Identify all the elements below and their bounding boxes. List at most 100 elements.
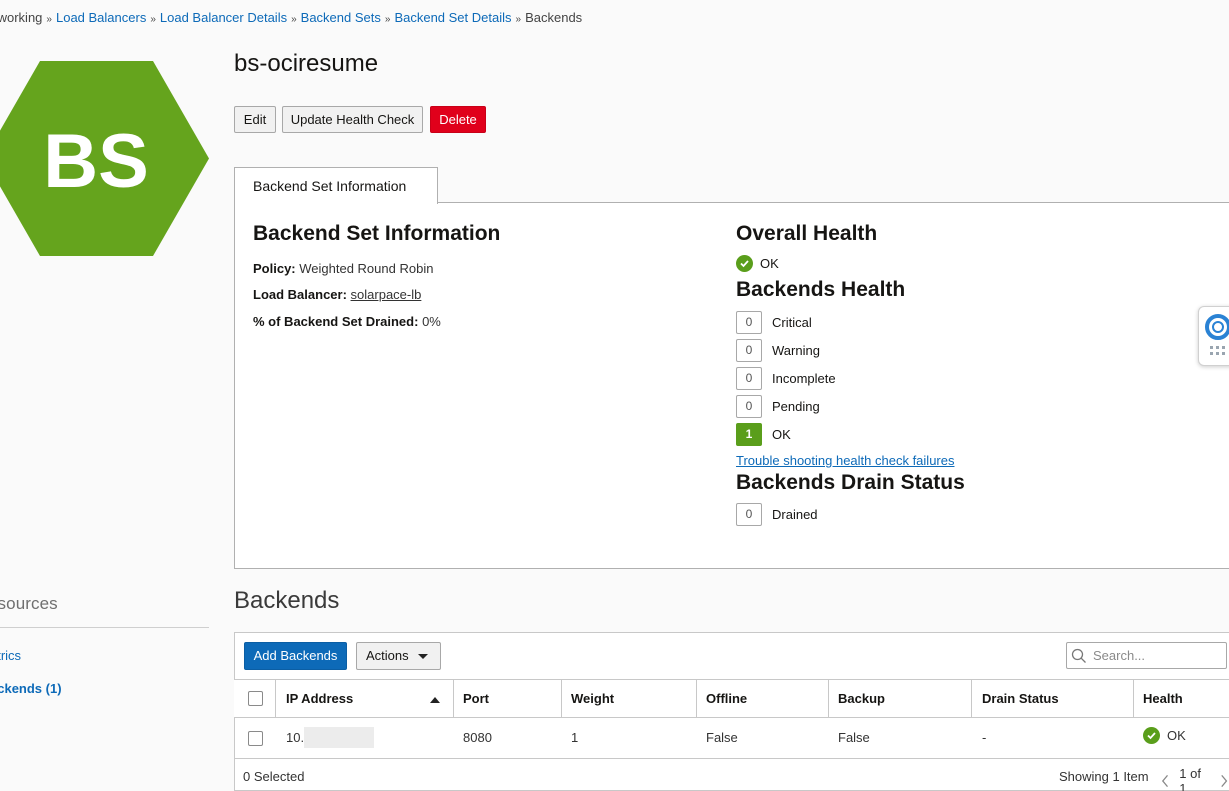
load-balancer-label: Load Balancer: [253,287,347,302]
update-health-check-button[interactable]: Update Health Check [282,106,423,133]
pagination: 1 of 1 [1160,766,1229,791]
edit-button[interactable]: Edit [234,106,276,133]
row-checkbox[interactable] [248,731,263,746]
cell-health: OK [1143,727,1186,744]
tab-backend-set-information[interactable]: Backend Set Information [234,167,438,204]
breadcrumb-separator: » [291,14,297,25]
breadcrumb-separator: » [46,14,52,25]
health-label: Critical [772,315,812,330]
row-divider [234,758,1229,759]
breadcrumb-item-load-balancers[interactable]: Load Balancers [56,10,146,25]
column-divider [275,680,276,717]
cell-offline: False [706,730,738,745]
breadcrumb: tworking » Load Balancers » Load Balancer De… [0,10,582,25]
caret-down-icon [418,654,428,659]
column-header-offline[interactable]: Offline [706,691,747,706]
health-count: 0 [736,367,762,390]
info-panel [234,202,1229,569]
resources-divider [0,627,209,628]
add-backends-button[interactable]: Add Backends [244,642,347,670]
health-status-label: OK [1167,728,1186,743]
breadcrumb-separator: » [515,14,522,25]
drain-count: 0 [736,503,762,526]
chevron-left-icon[interactable] [1160,773,1171,789]
search-input[interactable] [1066,642,1227,669]
backends-section-title: Backends [234,587,340,614]
backends-health-heading: Backends Health [736,278,906,301]
nav-item-metrics[interactable]: etrics [0,648,21,663]
resource-initials: BS [43,119,149,204]
drain-item-drained[interactable]: 0 Drained [736,503,818,526]
health-item-incomplete[interactable]: 0 Incomplete [736,367,836,390]
drained-label: % of Backend Set Drained: [253,314,419,329]
breadcrumb-separator: » [150,14,156,25]
health-label: OK [772,427,791,442]
info-heading: Backend Set Information [253,222,501,245]
cell-weight: 1 [571,730,579,745]
page-title: bs-ociresume [234,50,379,77]
column-divider [561,680,562,717]
troubleshooting-link[interactable]: Trouble shooting health check failures [736,453,954,468]
column-divider [453,680,454,717]
breadcrumb-current: Backends [525,10,583,25]
search-icon [1071,648,1086,663]
check-circle-icon [736,255,753,272]
column-header-health[interactable]: Health [1143,691,1183,706]
delete-button[interactable]: Delete [430,106,486,133]
sort-ascending-icon[interactable] [430,697,440,703]
cell-ip-address: 10. [286,730,305,745]
breadcrumb-item-networking[interactable]: tworking [0,10,42,25]
drain-status-heading: Backends Drain Status [736,471,965,494]
cell-port: 8080 [463,730,492,745]
health-item-warning[interactable]: 0 Warning [736,339,820,362]
overall-health-status: OK [736,255,779,272]
column-divider [828,680,829,717]
lifebuoy-icon [1205,314,1229,355]
health-count: 0 [736,395,762,418]
load-balancer-field: Load Balancer: solarpace-lb [253,287,421,302]
health-count: 0 [736,311,762,334]
actions-dropdown[interactable]: Actions [356,642,441,670]
column-header-weight[interactable]: Weight [571,691,614,706]
health-label: Incomplete [772,371,836,386]
breadcrumb-item-backend-set-details[interactable]: Backend Set Details [394,10,511,25]
resource-hexagon-icon: BS [0,61,209,256]
policy-field: Policy: Weighted Round Robin [253,261,433,276]
chevron-right-icon[interactable] [1218,773,1229,789]
health-item-ok[interactable]: 1 OK [736,423,791,446]
nav-item-backends[interactable]: ackends (1) [0,681,62,696]
check-circle-icon [1143,727,1160,744]
column-header-drain-status[interactable]: Drain Status [982,691,1059,706]
column-divider [696,680,697,717]
policy-label: Policy: [253,261,296,276]
drained-field: % of Backend Set Drained: 0% [253,314,441,329]
column-divider [971,680,972,717]
health-label: Warning [772,343,820,358]
page-indicator: 1 of 1 [1179,766,1201,791]
cell-backup: False [838,730,870,745]
overall-health-label: OK [760,256,779,271]
showing-count: Showing 1 Item [1059,769,1149,784]
select-all-checkbox[interactable] [248,691,263,706]
health-item-critical[interactable]: 0 Critical [736,311,812,334]
load-balancer-link[interactable]: solarpace-lb [351,287,422,302]
policy-value: Weighted Round Robin [299,261,434,276]
breadcrumb-item-backend-sets[interactable]: Backend Sets [301,10,381,25]
resources-heading: esources [0,594,58,613]
cell-drain-status: - [982,730,987,745]
help-widget[interactable] [1198,306,1229,366]
breadcrumb-separator: » [384,14,391,25]
column-header-backup[interactable]: Backup [838,691,885,706]
column-header-ip-address[interactable]: IP Address [286,691,353,706]
redacted-ip-block [304,727,374,748]
overall-health-heading: Overall Health [736,222,878,245]
drained-value: 0% [422,314,441,329]
selected-count: 0 Selected [243,769,305,784]
breadcrumb-item-load-balancer-details[interactable]: Load Balancer Details [160,10,287,25]
health-item-pending[interactable]: 0 Pending [736,395,820,418]
column-header-port[interactable]: Port [463,691,489,706]
health-count: 0 [736,339,762,362]
health-count: 1 [736,423,762,446]
health-label: Pending [772,399,820,414]
drain-label: Drained [772,507,818,522]
